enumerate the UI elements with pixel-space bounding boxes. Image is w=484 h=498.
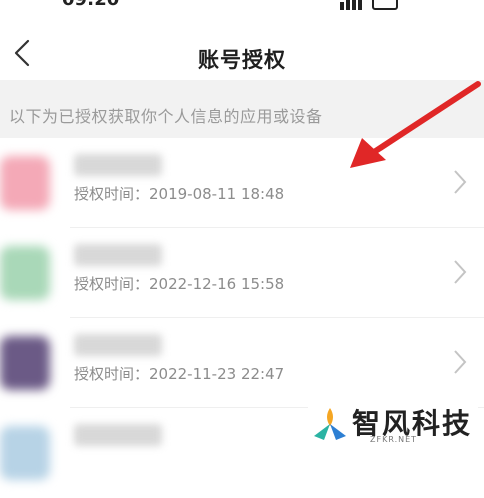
brand-logo-icon: [314, 408, 346, 440]
status-icons: [340, 0, 398, 10]
app-name: [74, 424, 162, 446]
app-avatar: [0, 156, 50, 210]
status-time: 09:20: [62, 0, 119, 10]
chevron-right-icon: [454, 260, 467, 284]
brand-url: ZFKR.NET: [370, 435, 418, 444]
auth-time: 授权时间：2022-12-16 15:58: [74, 275, 285, 293]
authorized-app-item[interactable]: 授权时间：2022-12-16 15:58: [0, 228, 484, 318]
app-name: [74, 334, 162, 356]
chevron-right-icon: [454, 350, 467, 374]
battery-icon: [372, 0, 398, 10]
watermark: 智风科技 ZFKR.NET: [308, 402, 478, 446]
signal-icon: [340, 0, 362, 10]
app-avatar: [0, 336, 50, 390]
app-name: [74, 244, 162, 266]
app-avatar: [0, 426, 50, 480]
app-avatar: [0, 246, 50, 300]
annotation-arrow-icon: [350, 81, 481, 168]
auth-time: 授权时间：2022-11-23 22:47: [74, 365, 285, 383]
nav-bar: 账号授权: [0, 12, 484, 78]
auth-time: 授权时间：2019-08-11 18:48: [74, 185, 285, 203]
page-title: 账号授权: [198, 48, 286, 72]
app-name: [74, 154, 162, 176]
authorized-app-item[interactable]: 授权时间：2022-11-23 22:47: [0, 318, 484, 408]
status-bar: 09:20: [0, 0, 484, 12]
description-text: 以下为已授权获取你个人信息的应用或设备: [9, 107, 323, 126]
